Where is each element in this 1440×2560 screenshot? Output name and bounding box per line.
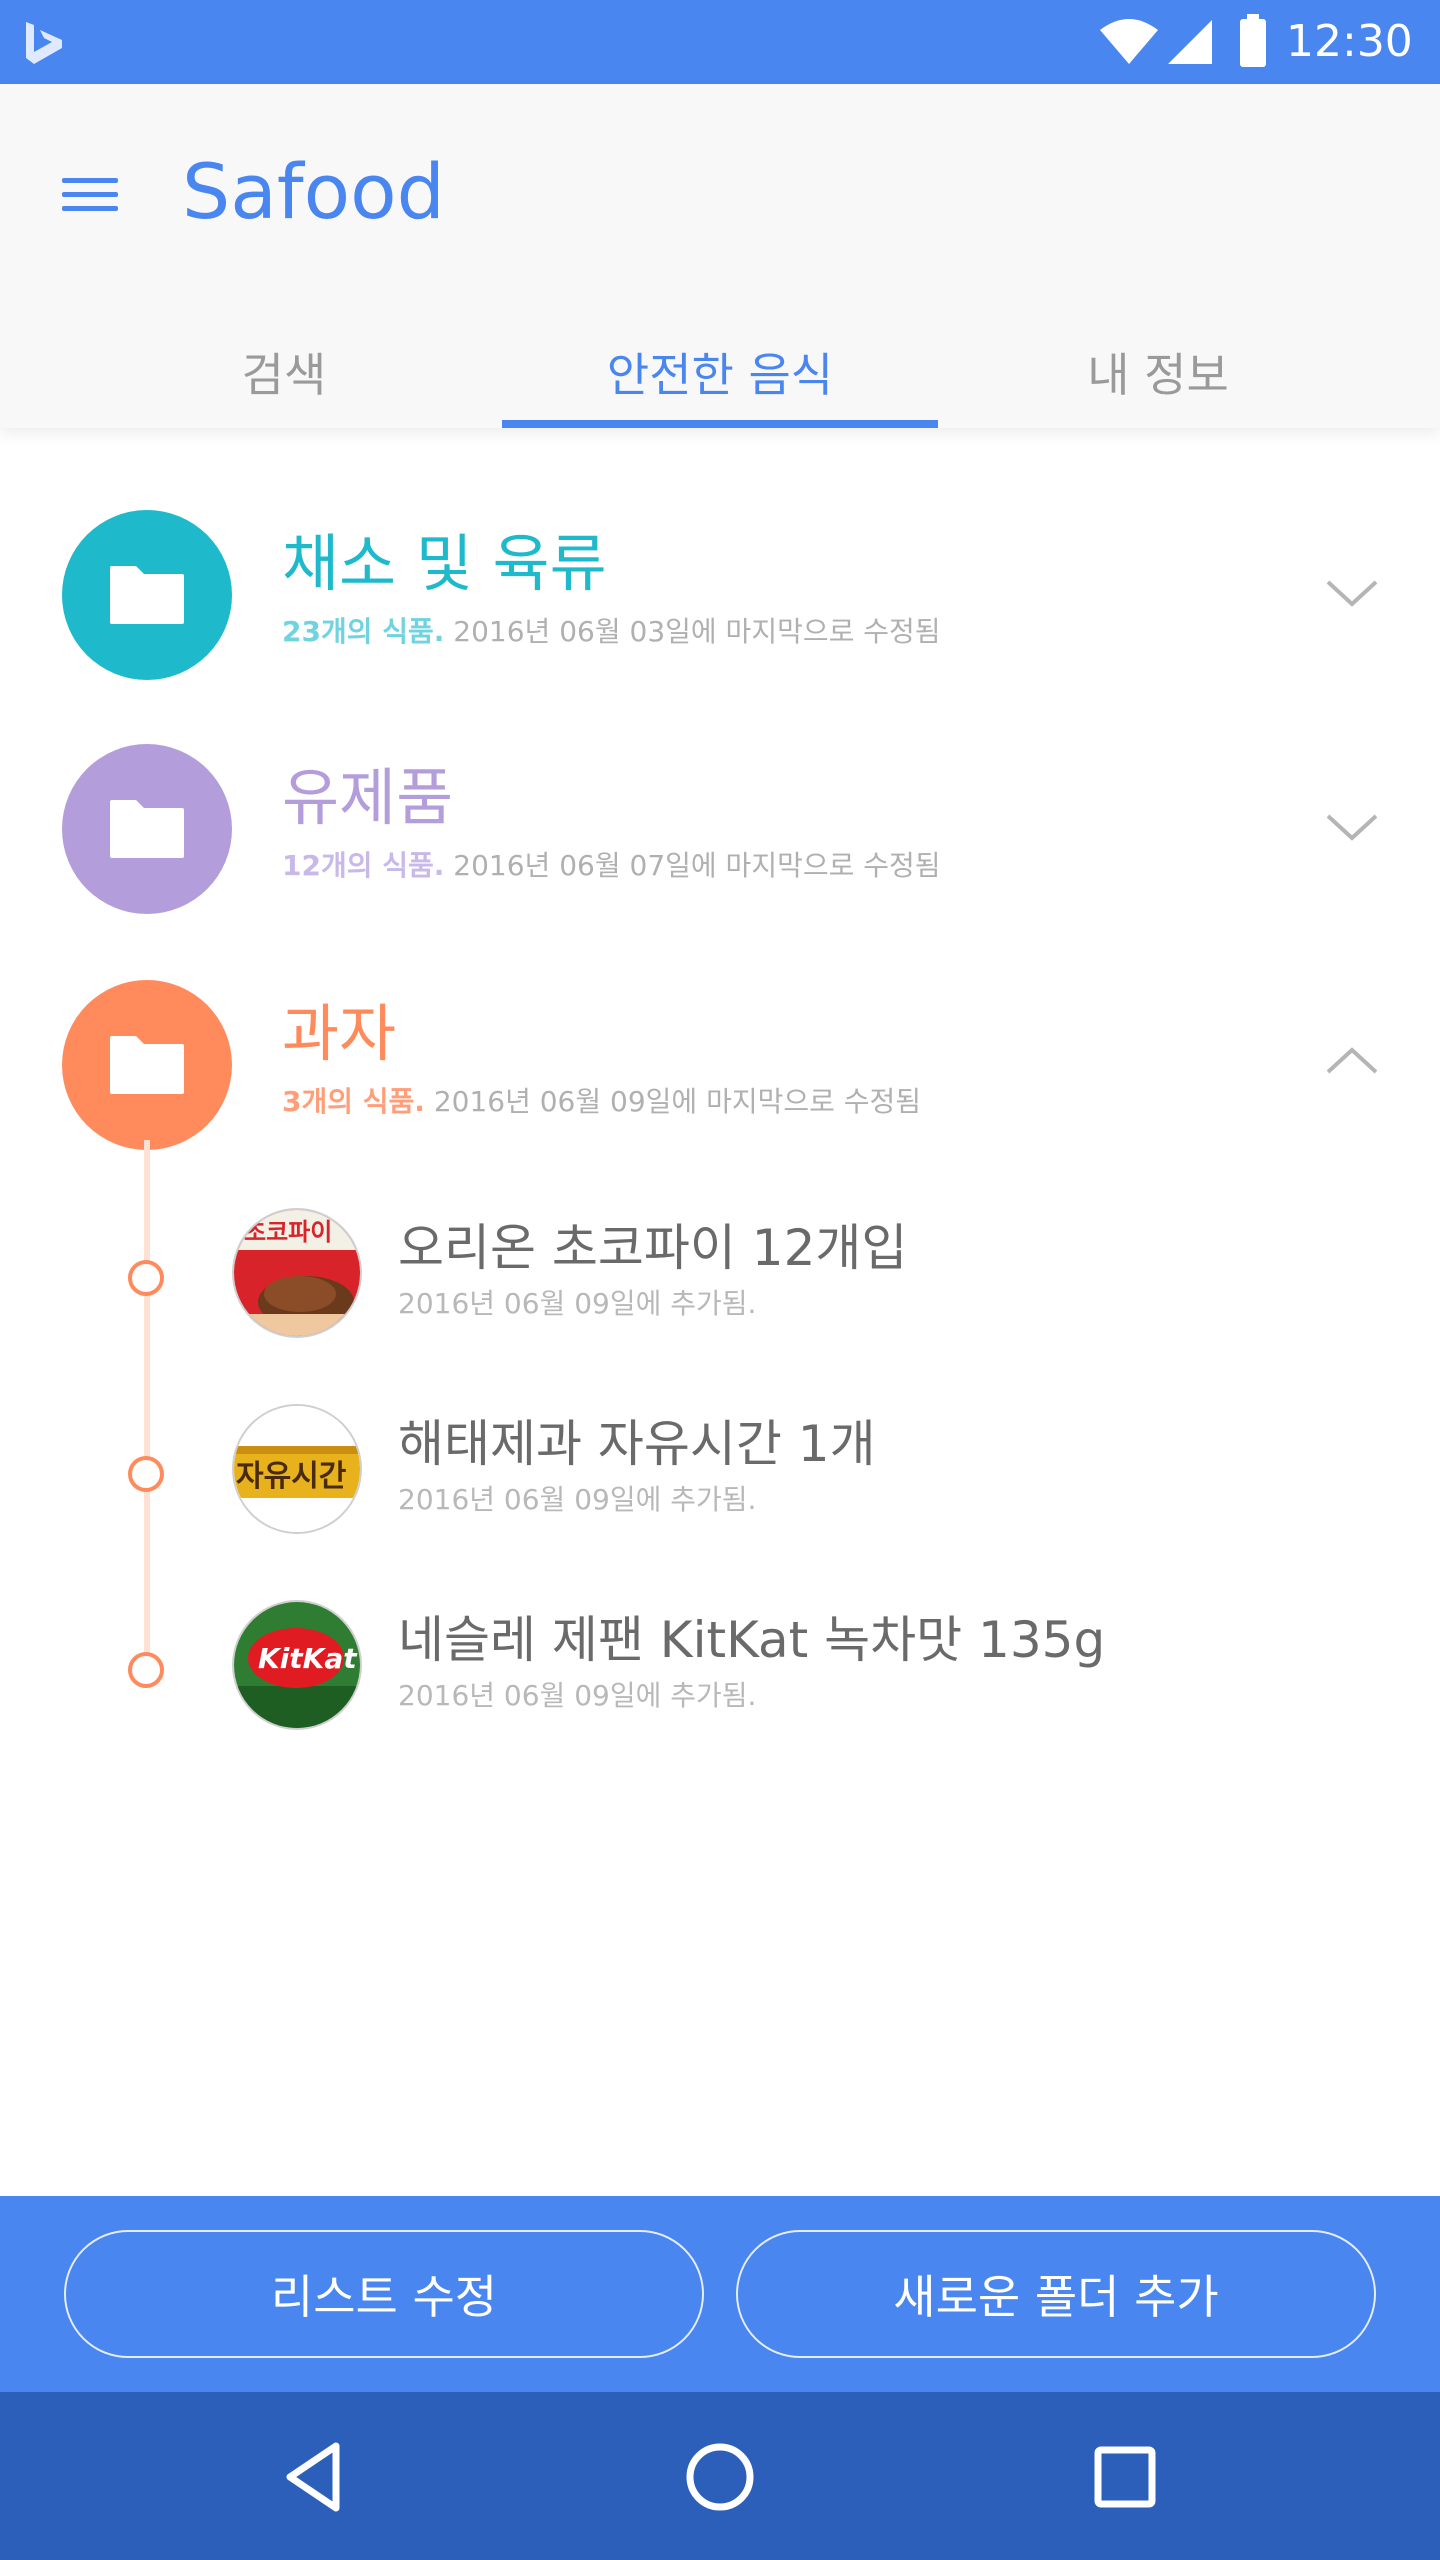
product-thumbnail: KitKat: [232, 1600, 362, 1730]
chevron-down-icon[interactable]: [1320, 794, 1384, 858]
folder-modified: 2016년 06월 09일에 마지막으로 수정됨: [433, 1085, 922, 1118]
menu-button[interactable]: [52, 154, 132, 234]
folder-snacks[interactable]: 과자 3개의 식품. 2016년 06월 09일에 마지막으로 수정됨: [0, 980, 1440, 1156]
home-icon[interactable]: [675, 2432, 765, 2522]
folder-icon: [110, 566, 184, 624]
wifi-icon: [1100, 19, 1158, 64]
folder-avatar: [62, 510, 232, 680]
menu-icon: [62, 178, 118, 183]
folder-meta: 3개의 식품. 2016년 06월 09일에 마지막으로 수정됨: [282, 1084, 921, 1120]
menu-icon-bar: [62, 206, 118, 211]
item-title: 네슬레 제팬 KitKat 녹차맛 135g: [398, 1611, 1106, 1669]
chocopie-text: 초코파이: [244, 1218, 332, 1246]
menu-icon-bar: [62, 192, 118, 197]
list-item-kitkat[interactable]: KitKat 네슬레 제팬 KitKat 녹차맛 135g 2016년 06월 …: [0, 1600, 1440, 1740]
timeline-dot: [128, 1456, 164, 1492]
status-bar: 12:30: [0, 0, 1440, 84]
item-date: 2016년 06월 09일에 추가됨.: [398, 1287, 757, 1320]
tab-search[interactable]: 검색: [66, 316, 502, 428]
tab-indicator: [502, 420, 938, 428]
tab-safe-food[interactable]: 안전한 음식: [502, 316, 938, 428]
add-folder-button[interactable]: 새로운 폴더 추가: [736, 2230, 1376, 2358]
folder-icon: [110, 1036, 184, 1094]
folder-count: 3개의 식품.: [282, 1085, 425, 1118]
tab-my-info[interactable]: 내 정보: [940, 316, 1376, 428]
folder-count: 12개의 식품.: [282, 849, 445, 882]
item-title: 해태제과 자유시간 1개: [398, 1415, 876, 1473]
folder-name: 과자: [282, 997, 397, 1070]
timeline-dot: [128, 1260, 164, 1296]
folder-avatar: [62, 980, 232, 1150]
app-bar: Safood 검색 안전한 음식 내 정보: [0, 84, 1440, 428]
jayu-image: 자유시간: [234, 1406, 360, 1532]
folder-name: 채소 및 육류: [282, 527, 607, 600]
folder-modified: 2016년 06월 03일에 마지막으로 수정됨: [453, 615, 941, 648]
bing-logo-icon: [26, 22, 62, 64]
system-nav-bar: [0, 2392, 1440, 2560]
tab-bar: 검색 안전한 음식 내 정보: [0, 316, 1440, 428]
folder-icon: [110, 800, 184, 858]
folder-meta: 12개의 식품. 2016년 06월 07일에 마지막으로 수정됨: [282, 848, 941, 884]
product-thumbnail: 자유시간: [232, 1404, 362, 1534]
edit-list-button[interactable]: 리스트 수정: [64, 2230, 704, 2358]
kitkat-image: KitKat: [234, 1602, 360, 1728]
list-item-chocopie[interactable]: 초코파이 오리온 초코파이 12개입 2016년 06월 09일에 추가됨.: [0, 1208, 1440, 1348]
product-thumbnail: 초코파이: [232, 1208, 362, 1338]
app-title: Safood: [182, 147, 445, 236]
folder-avatar: [62, 744, 232, 914]
action-bar: 리스트 수정 새로운 폴더 추가: [0, 2196, 1440, 2392]
status-time: 12:30: [1286, 16, 1413, 67]
chevron-down-icon[interactable]: [1320, 560, 1384, 624]
item-date: 2016년 06월 09일에 추가됨.: [398, 1679, 757, 1712]
battery-icon: [1240, 14, 1266, 67]
chevron-up-icon[interactable]: [1320, 1030, 1384, 1094]
folder-dairy[interactable]: 유제품 12개의 식품. 2016년 06월 07일에 마지막으로 수정됨: [0, 744, 1440, 920]
folder-name: 유제품: [282, 761, 454, 834]
signal-icon: [1168, 20, 1212, 64]
chocopie-image: 초코파이: [234, 1210, 360, 1336]
kitkat-text: KitKat: [258, 1642, 358, 1675]
jayu-text: 자유시간: [236, 1459, 347, 1494]
folder-meta: 23개의 식품. 2016년 06월 03일에 마지막으로 수정됨: [282, 614, 941, 650]
folder-vegetables-meat[interactable]: 채소 및 육류 23개의 식품. 2016년 06월 03일에 마지막으로 수정…: [0, 510, 1440, 686]
back-icon[interactable]: [270, 2432, 360, 2522]
item-title: 오리온 초코파이 12개입: [398, 1219, 908, 1277]
timeline-dot: [128, 1652, 164, 1688]
folder-modified: 2016년 06월 07일에 마지막으로 수정됨: [453, 849, 941, 882]
item-date: 2016년 06월 09일에 추가됨.: [398, 1483, 757, 1516]
folder-count: 23개의 식품.: [282, 615, 445, 648]
list-item-jayusigan[interactable]: 자유시간 해태제과 자유시간 1개 2016년 06월 09일에 추가됨.: [0, 1404, 1440, 1544]
recents-icon[interactable]: [1080, 2432, 1170, 2522]
